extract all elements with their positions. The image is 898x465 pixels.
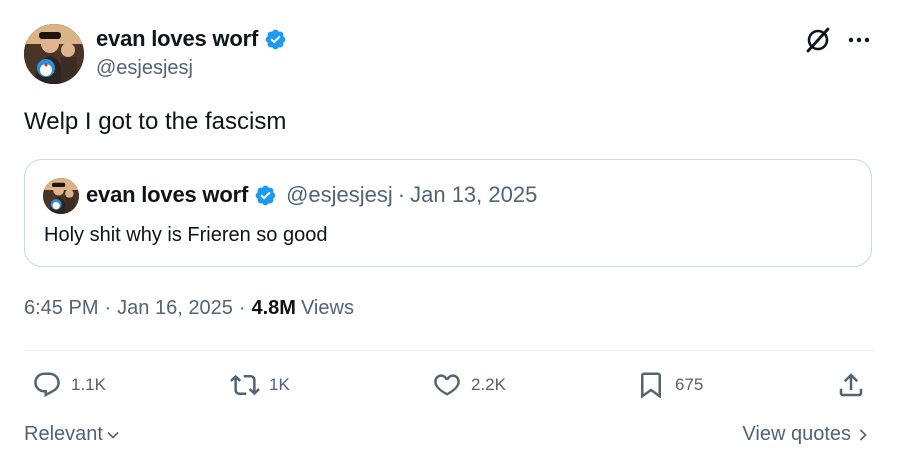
- reply-count: 1.1K: [71, 375, 106, 394]
- share-icon: [839, 373, 863, 397]
- quoted-author-avatar[interactable]: [43, 178, 79, 214]
- bookmark-count: 675: [675, 375, 704, 394]
- tweet-text: Welp I got to the fascism: [24, 108, 287, 135]
- bookmark-icon: [641, 372, 661, 399]
- tweet-meta: 6:45 PM · Jan 16, 2025 · 4.8M Views: [24, 297, 354, 320]
- quoted-tweet-card[interactable]: evan loves worf @esjesjesj · Jan 13, 202…: [24, 159, 872, 267]
- like-count: 2.2K: [471, 375, 506, 394]
- quoted-separator: ·: [397, 182, 406, 207]
- bookmark-button[interactable]: 675: [636, 370, 703, 400]
- meta-separator-2: ·: [238, 297, 246, 319]
- quoted-author-display-name[interactable]: evan loves worf: [86, 182, 248, 208]
- divider: [24, 350, 874, 351]
- author-avatar[interactable]: [24, 24, 84, 84]
- grok-icon[interactable]: [803, 25, 833, 55]
- tweet-date[interactable]: Jan 16, 2025: [117, 297, 233, 320]
- view-quotes-link[interactable]: View quotes: [742, 423, 870, 446]
- share-button[interactable]: [836, 370, 866, 400]
- author-display-name[interactable]: evan loves worf: [96, 26, 258, 52]
- chevron-right-icon: [859, 428, 867, 441]
- tweet-time[interactable]: 6:45 PM: [24, 297, 98, 320]
- more-options-icon[interactable]: [846, 28, 872, 52]
- views-label: Views: [300, 297, 354, 319]
- like-button[interactable]: 2.2K: [432, 370, 506, 400]
- quoted-tweet-text: Holy shit why is Frieren so good: [44, 224, 328, 246]
- repost-icon: [230, 374, 260, 396]
- sort-label: Relevant: [24, 423, 103, 445]
- view-quotes-label: View quotes: [742, 423, 851, 445]
- repost-button[interactable]: 1K: [230, 370, 290, 400]
- repost-count: 1K: [269, 375, 290, 394]
- sort-replies-dropdown[interactable]: Relevant: [24, 423, 120, 446]
- chevron-down-icon: [107, 431, 119, 439]
- quoted-author-handle[interactable]: @esjesjesj: [286, 182, 393, 208]
- quoted-tweet-date[interactable]: Jan 13, 2025: [410, 182, 537, 208]
- verified-badge-icon[interactable]: [264, 28, 287, 51]
- reply-icon: [34, 372, 60, 398]
- reply-button[interactable]: 1.1K: [32, 370, 106, 400]
- meta-separator: ·: [104, 297, 112, 319]
- quoted-verified-badge-icon: [254, 184, 277, 207]
- author-handle[interactable]: @esjesjesj: [96, 57, 193, 80]
- views-count: 4.8M: [251, 297, 296, 319]
- heart-icon: [434, 374, 460, 396]
